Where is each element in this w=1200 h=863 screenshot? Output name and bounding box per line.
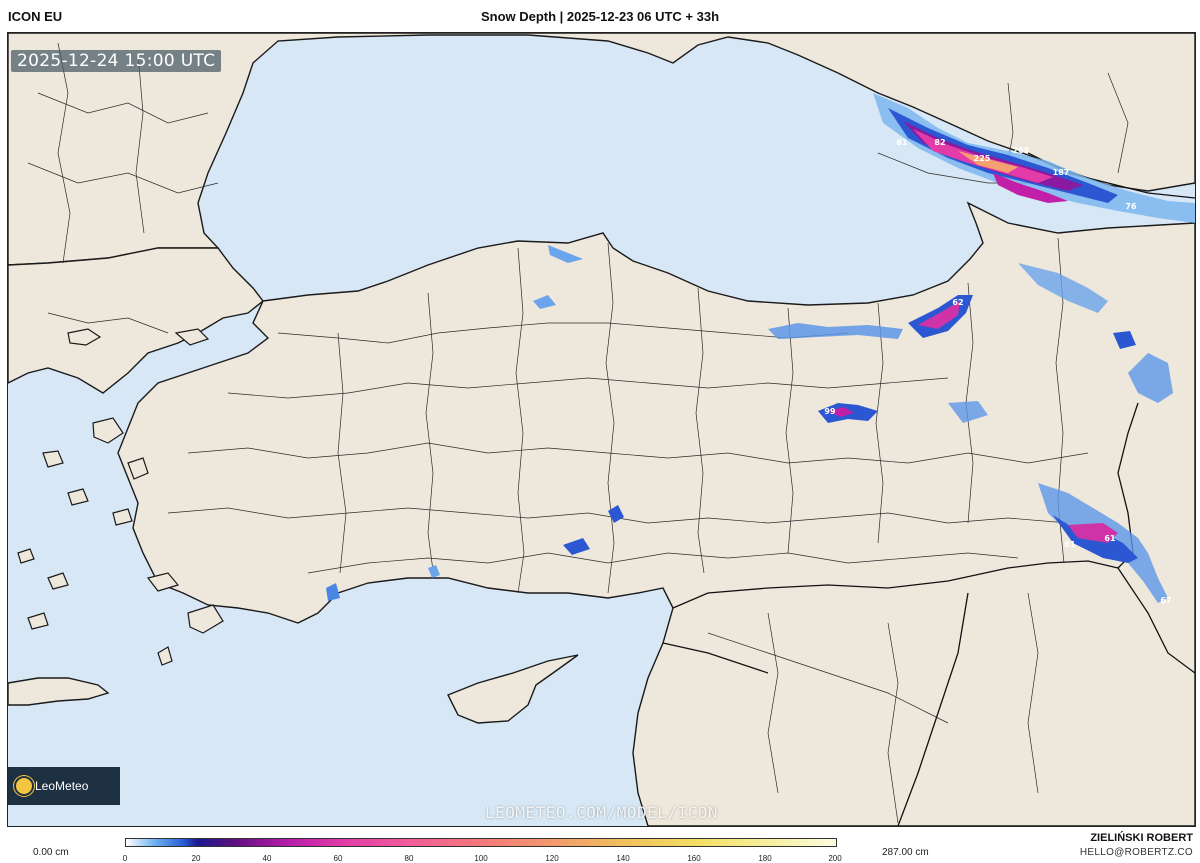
valid-time-badge: 2025-12-24 15:00 UTC [11, 50, 222, 72]
author-name: ZIELIŃSKI ROBERT [1090, 832, 1193, 844]
colorbar-tick: 40 [262, 854, 272, 863]
legend-max-label: 287.00 cm [882, 847, 929, 858]
colorbar-tick: 160 [687, 854, 701, 863]
snow-label: 187 [1053, 168, 1070, 177]
snow-label: 76 [1125, 202, 1137, 211]
map-title: Snow Depth | 2025-12-23 06 UTC + 33h [480, 9, 720, 24]
snow-label: 62 [952, 298, 963, 307]
leometeo-logo: LeoMeteo [8, 767, 120, 805]
snow-label: 99 [824, 407, 836, 416]
snow-label: 225 [974, 154, 991, 163]
snow-label: 67 [1160, 596, 1171, 605]
map-canvas: 81 82 225 268 187 76 62 99 61 61 67 [8, 33, 1195, 826]
snow-label: 61 [1064, 540, 1076, 549]
snow-label: 268 [1013, 146, 1030, 155]
header: ICON EU Snow Depth | 2025-12-23 06 UTC +… [0, 0, 1200, 32]
colorbar-tick: 180 [758, 854, 772, 863]
snow-label: 61 [1104, 534, 1116, 543]
watermark: LEOMETEO.COM/MODEL/ICON [484, 803, 719, 822]
logo-text: LeoMeteo [35, 779, 89, 793]
author-email: HELLO@ROBERTZ.CO [1079, 847, 1193, 858]
legend-footer: 0.00 cm 0 20 40 60 80 100 120 140 160 18… [0, 826, 1200, 863]
map-panel: 81 82 225 268 187 76 62 99 61 61 67 2025… [7, 32, 1196, 827]
colorbar-tick: 20 [191, 854, 201, 863]
colorbar-tick: 120 [545, 854, 559, 863]
colorbar-tick: 200 [828, 854, 842, 863]
sun-icon [16, 778, 32, 794]
legend-min-label: 0.00 cm [33, 847, 69, 858]
colorbar-tick: 140 [616, 854, 630, 863]
snow-label: 82 [934, 138, 945, 147]
snow-label: 81 [896, 138, 908, 147]
colorbar [125, 838, 837, 847]
colorbar-tick: 80 [404, 854, 414, 863]
colorbar-tick: 100 [474, 854, 488, 863]
colorbar-tick: 0 [122, 854, 128, 863]
colorbar-tick: 60 [333, 854, 343, 863]
